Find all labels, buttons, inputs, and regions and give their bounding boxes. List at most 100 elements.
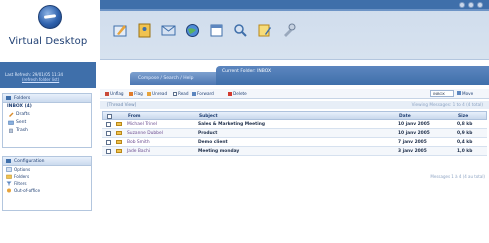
- flag-off-icon: [105, 91, 109, 96]
- options-icon: [6, 167, 12, 172]
- read-button[interactable]: Read: [173, 91, 189, 96]
- row-size: 0,8 kb: [457, 122, 473, 127]
- row-subject[interactable]: Product: [198, 131, 217, 136]
- message-table: From Subject Date Size Michael Trinel Sa…: [102, 111, 487, 156]
- folder-trash[interactable]: Trash: [3, 127, 91, 135]
- flag-button[interactable]: Flag: [129, 91, 143, 96]
- move-icon: [457, 91, 461, 95]
- flag-label: Flag: [134, 91, 143, 96]
- top-strip: [100, 0, 489, 11]
- row-size: 0,4 kb: [457, 140, 473, 145]
- config-filters-label: Filters: [14, 181, 27, 186]
- configuration-box: Configuration Options Folders Filters Ou…: [2, 156, 92, 211]
- row-from[interactable]: Jade Bachi: [127, 149, 150, 154]
- globe-icon[interactable]: [184, 22, 201, 39]
- folders-header-icon: [6, 96, 11, 100]
- help-icon[interactable]: [468, 2, 474, 8]
- address-book-icon[interactable]: [136, 22, 153, 39]
- table-header: From Subject Date Size: [102, 111, 487, 120]
- notes-icon[interactable]: [256, 22, 273, 39]
- tools-icon[interactable]: [280, 22, 297, 39]
- row-from[interactable]: Michael Trinel: [127, 122, 157, 127]
- calendar-icon[interactable]: [208, 22, 225, 39]
- unread-icon: [147, 91, 151, 96]
- left-panel: Virtual Desktop Last Refresh: 29/01/05 1…: [0, 0, 96, 243]
- unread-button[interactable]: Unread: [147, 91, 167, 96]
- envelope-icon: [116, 122, 122, 126]
- delete-button[interactable]: Delete: [228, 91, 247, 96]
- row-checkbox[interactable]: [106, 148, 111, 154]
- config-folders[interactable]: Folders: [3, 173, 91, 180]
- column-from[interactable]: From: [128, 114, 140, 119]
- column-date[interactable]: Date: [399, 114, 411, 119]
- tab-search-label: Compose / Search / Help: [138, 76, 194, 81]
- tab-current-folder[interactable]: Current Folder: INBOX: [216, 66, 489, 85]
- row-subject[interactable]: Sales & Marketing Meeting: [198, 122, 265, 127]
- move-button[interactable]: Move: [457, 91, 473, 96]
- column-subject[interactable]: Subject: [199, 114, 218, 119]
- pencil-icon: [9, 112, 14, 117]
- logo-icon: [38, 5, 62, 29]
- app-logo-text: Virtual Desktop: [8, 36, 88, 47]
- row-checkbox[interactable]: [106, 121, 111, 127]
- unflag-label: Unflag: [110, 91, 124, 96]
- delete-icon: [228, 91, 232, 96]
- move-label: Move: [462, 91, 474, 96]
- folder-drafts[interactable]: Drafts: [3, 111, 91, 119]
- folder-inbox[interactable]: INBOX (4): [3, 103, 91, 111]
- config-out-of-office-label: Out-of-office: [14, 188, 41, 193]
- filter-icon: [6, 181, 12, 186]
- paging-footer: Messages 1 à 4 (4 au total): [430, 174, 485, 179]
- table-row[interactable]: Bob Smith Demo client 7 janv 2005 0,4 kb: [102, 138, 487, 147]
- column-size[interactable]: Size: [458, 114, 468, 119]
- unread-label: Unread: [152, 91, 168, 96]
- row-subject[interactable]: Meeting monday: [198, 149, 239, 154]
- table-row[interactable]: Michael Trinel Sales & Marketing Meeting…: [102, 120, 487, 129]
- table-row[interactable]: Jade Bachi Meeting monday 3 janv 2005 1,…: [102, 147, 487, 156]
- config-filters[interactable]: Filters: [3, 180, 91, 187]
- folder-sent-label: Sent: [16, 120, 27, 125]
- compose-icon[interactable]: [112, 22, 129, 39]
- folder-drafts-label: Drafts: [16, 112, 30, 117]
- envelope-icon: [116, 131, 122, 135]
- forward-button[interactable]: Forward: [192, 91, 214, 96]
- row-checkbox[interactable]: [106, 130, 111, 136]
- paging-row: [Thread View] Viewing Messages: 1 to 4 (…: [100, 101, 489, 109]
- envelope-icon: [116, 140, 122, 144]
- search-icon[interactable]: [232, 22, 249, 39]
- paging-info: Viewing Messages: 1 to 4 (4 total): [411, 102, 483, 107]
- folders-title: Folders: [14, 96, 31, 101]
- unflag-button[interactable]: Unflag: [105, 91, 124, 96]
- flag-icon: [129, 91, 133, 96]
- refresh-folder-list-link[interactable]: (refresh folder list): [22, 77, 59, 82]
- config-options-label: Options: [14, 167, 31, 172]
- minimize-icon[interactable]: [459, 2, 465, 8]
- select-all-checkbox[interactable]: [107, 113, 112, 119]
- table-row[interactable]: Suzanne Dubbel Product 10 janv 2005 0,9 …: [102, 129, 487, 138]
- folders-header: Folders: [3, 94, 91, 103]
- row-checkbox[interactable]: [106, 139, 111, 145]
- folder-sent[interactable]: Sent: [3, 119, 91, 127]
- trash-icon: [9, 128, 13, 133]
- row-from[interactable]: Suzanne Dubbel: [127, 131, 163, 136]
- move-folder-select[interactable]: INBOX: [430, 90, 454, 97]
- out-of-office-icon: [7, 188, 11, 193]
- row-date: 3 janv 2005: [398, 149, 427, 154]
- thread-view-link[interactable]: [Thread View]: [107, 102, 136, 107]
- tab-current-folder-label: Current Folder: INBOX: [222, 69, 272, 74]
- main-toolbar: [112, 22, 297, 39]
- last-refresh-panel: Last Refresh: 29/01/05 11:34 (refresh fo…: [0, 62, 96, 88]
- mail-icon[interactable]: [160, 22, 177, 39]
- action-bar: Unflag Flag Unread Read Forward Delete I…: [100, 89, 489, 99]
- read-icon: [173, 91, 177, 96]
- tab-search[interactable]: Compose / Search / Help: [130, 72, 220, 85]
- config-folders-label: Folders: [14, 174, 30, 179]
- close-icon[interactable]: [477, 2, 483, 8]
- row-date: 10 janv 2005: [398, 131, 430, 136]
- folder-trash-label: Trash: [16, 128, 28, 133]
- row-from[interactable]: Bob Smith: [127, 140, 150, 145]
- row-subject[interactable]: Demo client: [198, 140, 228, 145]
- row-date: 10 janv 2005: [398, 122, 430, 127]
- config-options[interactable]: Options: [3, 166, 91, 173]
- config-out-of-office[interactable]: Out-of-office: [3, 187, 91, 194]
